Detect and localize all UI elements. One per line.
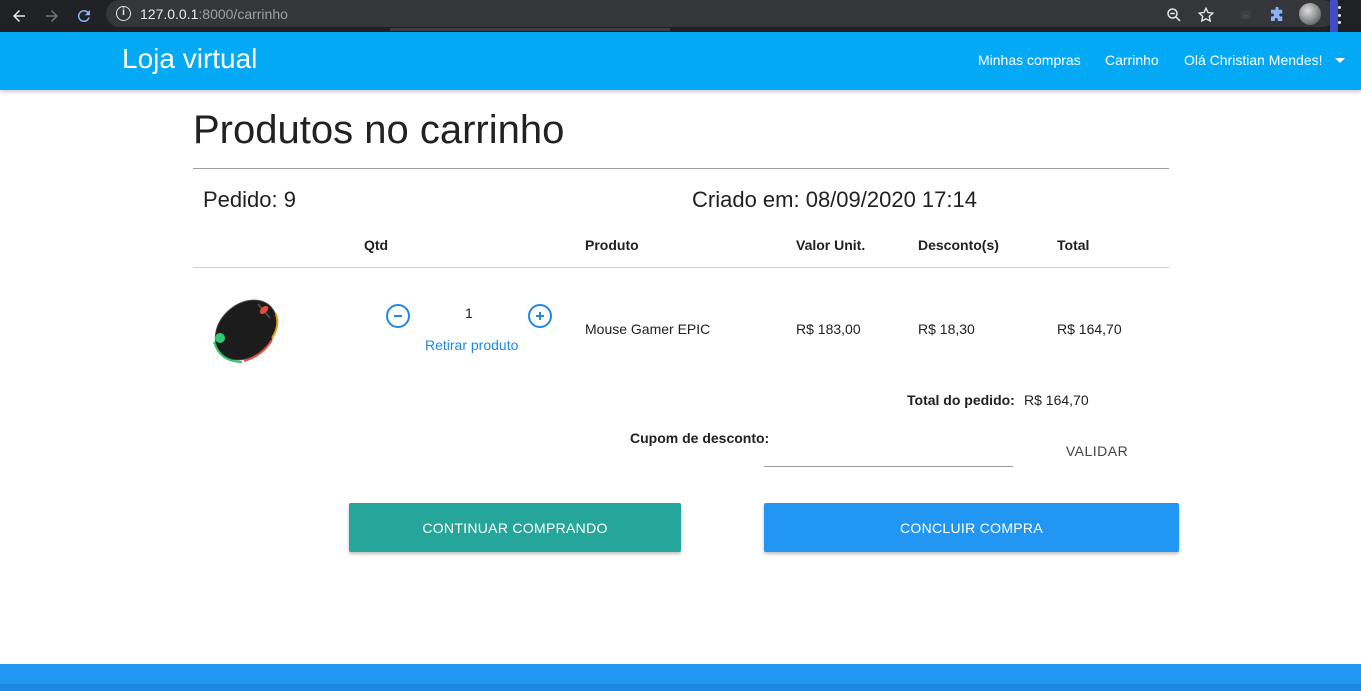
footer-strip: [0, 684, 1361, 691]
nav-user-menu[interactable]: Olá Christian Mendes!: [1184, 52, 1323, 68]
order-created-date: Criado em: 08/09/2020 17:14: [692, 187, 977, 212]
extensions-puzzle-icon[interactable]: [1267, 5, 1287, 25]
finish-purchase-button[interactable]: CONCLUIR COMPRA: [764, 503, 1179, 552]
coupon-label: Cupom de desconto:: [630, 430, 770, 446]
column-header-unit-price: Valor Unit.: [796, 237, 866, 253]
order-total-value: R$ 164,70: [1024, 392, 1089, 408]
validate-coupon-button[interactable]: VALIDAR: [1058, 437, 1136, 465]
decrease-qty-button[interactable]: [386, 304, 410, 328]
zoom-icon[interactable]: [1164, 5, 1184, 25]
plus-icon: [536, 312, 544, 320]
nav-link-cart[interactable]: Carrinho: [1105, 52, 1159, 68]
coupon-input[interactable]: [764, 440, 1013, 467]
tab-strip-highlight: [390, 28, 670, 31]
svg-text:(=): (=): [1244, 13, 1250, 18]
page-title: Produtos no carrinho: [193, 108, 565, 152]
column-header-total: Total: [1057, 237, 1090, 253]
unit-price: R$ 183,00: [796, 321, 861, 337]
browser-toolbar: i 127.0.0.1:8000/carrinho (=): [0, 0, 1361, 32]
app-navbar: Loja virtual Minhas compras Carrinho Olá…: [0, 32, 1361, 90]
site-info-icon[interactable]: i: [116, 6, 131, 21]
discount-value: R$ 18,30: [918, 321, 975, 337]
order-number: Pedido: 9: [203, 187, 296, 212]
reload-icon[interactable]: [71, 3, 97, 29]
minus-icon: [394, 315, 402, 317]
column-header-discount: Desconto(s): [918, 237, 999, 253]
address-bar[interactable]: [106, 0, 1336, 27]
title-divider: [193, 168, 1169, 169]
product-image: [200, 288, 290, 368]
qty-value: 1: [465, 305, 473, 321]
forward-arrow-icon[interactable]: [39, 3, 65, 29]
brand-logo[interactable]: Loja virtual: [122, 43, 257, 75]
browser-menu-icon[interactable]: [1336, 6, 1342, 24]
column-header-product: Produto: [585, 237, 639, 253]
row-total: R$ 164,70: [1057, 321, 1122, 337]
continue-shopping-button[interactable]: CONTINUAR COMPRANDO: [349, 503, 681, 552]
order-total-label: Total do pedido:: [907, 392, 1015, 408]
caret-down-icon[interactable]: [1335, 58, 1345, 63]
table-header-divider: [193, 267, 1169, 268]
profile-avatar[interactable]: [1299, 3, 1321, 25]
increase-qty-button[interactable]: [528, 304, 552, 328]
bookmark-star-icon[interactable]: [1196, 5, 1216, 25]
nav-link-my-purchases[interactable]: Minhas compras: [978, 52, 1081, 68]
url-text[interactable]: 127.0.0.1:8000/carrinho: [140, 6, 288, 22]
remove-product-link[interactable]: Retirar produto: [425, 337, 518, 353]
product-name: Mouse Gamer EPIC: [585, 321, 711, 337]
back-arrow-icon[interactable]: [6, 3, 32, 29]
column-header-qty: Qtd: [364, 237, 389, 253]
extension-icon[interactable]: (=): [1236, 5, 1256, 25]
